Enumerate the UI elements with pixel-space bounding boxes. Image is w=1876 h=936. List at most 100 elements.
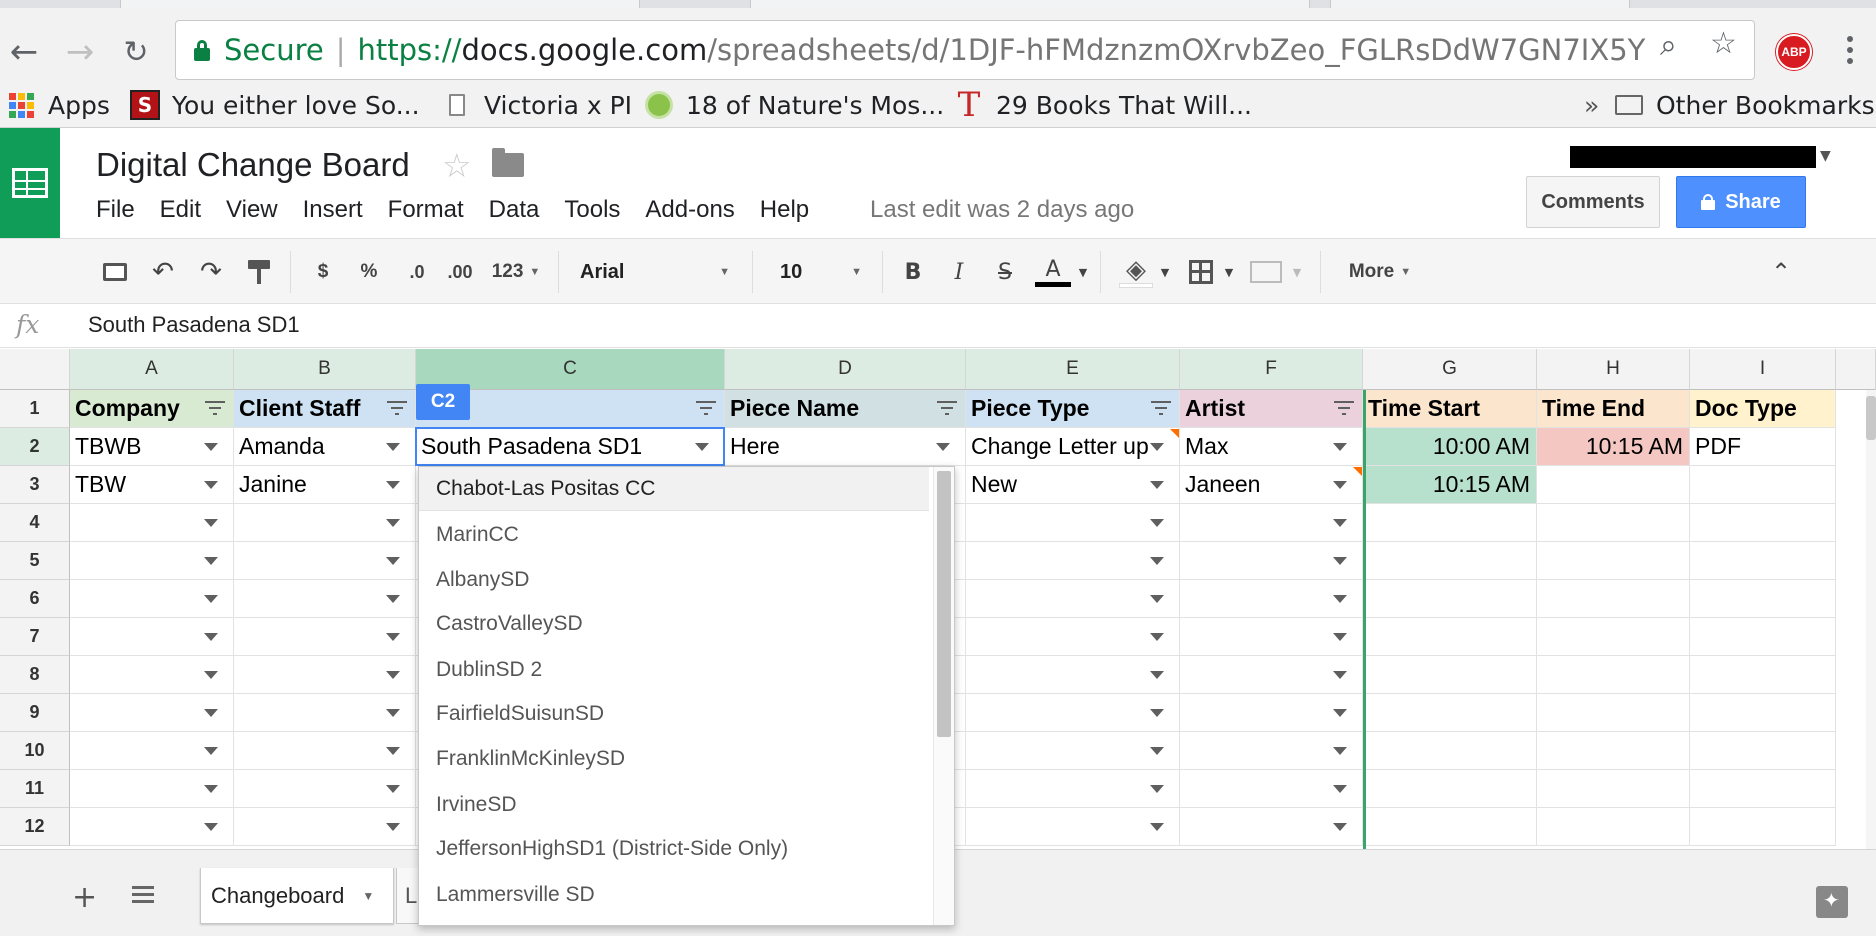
row-header-5[interactable]: 5 xyxy=(0,542,70,580)
comments-button[interactable]: Comments xyxy=(1526,176,1660,228)
dropdown-option[interactable]: JeffersonHighSD1 (District-Side Only) xyxy=(419,827,929,871)
address-bar[interactable]: Secure | https://docs.google.com/spreads… xyxy=(175,20,1755,80)
filter-icon[interactable] xyxy=(386,401,408,419)
chevron-down-icon[interactable] xyxy=(204,747,218,755)
comment-indicator[interactable] xyxy=(1170,429,1179,438)
cell-g6[interactable] xyxy=(1363,580,1537,618)
chevron-down-icon[interactable] xyxy=(936,443,950,451)
chevron-down-icon[interactable] xyxy=(1333,823,1347,831)
filter-icon[interactable] xyxy=(695,401,717,419)
chevron-down-icon[interactable] xyxy=(386,747,400,755)
cell-i2[interactable]: PDF xyxy=(1690,428,1836,466)
formula-input[interactable]: South Pasadena SD1 xyxy=(88,312,300,338)
browser-tab[interactable] xyxy=(750,0,1310,8)
menu-help[interactable]: Help xyxy=(760,196,809,228)
cell-i5[interactable] xyxy=(1690,542,1836,580)
italic-button[interactable]: I xyxy=(944,255,974,289)
cell-i4[interactable] xyxy=(1690,504,1836,542)
cell-g2[interactable]: 10:00 AM xyxy=(1363,428,1537,466)
column-header-i[interactable]: I xyxy=(1690,349,1836,390)
text-color-button[interactable]: A xyxy=(1032,255,1074,289)
cell-e9[interactable] xyxy=(966,694,1180,732)
chevron-down-icon[interactable] xyxy=(204,671,218,679)
cell-i7[interactable] xyxy=(1690,618,1836,656)
cell-e8[interactable] xyxy=(966,656,1180,694)
cell-e7[interactable] xyxy=(966,618,1180,656)
row-header-11[interactable]: 11 xyxy=(0,770,70,808)
chevron-down-icon[interactable] xyxy=(1150,633,1164,641)
strikethrough-button[interactable]: S xyxy=(990,255,1020,289)
reload-icon[interactable]: ↻ xyxy=(116,32,156,72)
other-bookmarks[interactable]: Other Bookmarks xyxy=(1614,86,1875,124)
cell-g7[interactable] xyxy=(1363,618,1537,656)
chevron-down-icon[interactable] xyxy=(386,823,400,831)
chevron-down-icon[interactable] xyxy=(386,481,400,489)
dropdown-option[interactable]: IrvineSD xyxy=(419,783,929,827)
filter-icon[interactable] xyxy=(1150,401,1172,419)
cell-e5[interactable] xyxy=(966,542,1180,580)
dropdown-option[interactable]: FairfieldSuisunSD xyxy=(419,692,929,736)
chevron-down-icon[interactable] xyxy=(1150,557,1164,565)
cell-h12[interactable] xyxy=(1537,808,1690,846)
menu-view[interactable]: View xyxy=(226,196,278,228)
chevron-down-icon[interactable] xyxy=(204,595,218,603)
chevron-down-icon[interactable] xyxy=(1333,595,1347,603)
chevron-down-icon[interactable]: ▼ xyxy=(1158,255,1172,289)
folder-icon[interactable] xyxy=(492,148,524,177)
cell-h5[interactable] xyxy=(1537,542,1690,580)
cell-e10[interactable] xyxy=(966,732,1180,770)
row-header-12[interactable]: 12 xyxy=(0,808,70,846)
format-percent-button[interactable]: % xyxy=(352,255,386,289)
chevron-down-icon[interactable] xyxy=(386,671,400,679)
header-cell-g[interactable]: Time Start xyxy=(1363,390,1537,428)
chevron-down-icon[interactable] xyxy=(1333,785,1347,793)
menu-insert[interactable]: Insert xyxy=(303,196,363,228)
print-icon[interactable] xyxy=(98,255,132,289)
undo-icon[interactable]: ↶ xyxy=(146,255,180,289)
bookmark-apps[interactable]: Apps xyxy=(6,86,110,124)
chevron-down-icon[interactable] xyxy=(1333,519,1347,527)
cell-i6[interactable] xyxy=(1690,580,1836,618)
cell-h8[interactable] xyxy=(1537,656,1690,694)
menu-addons[interactable]: Add-ons xyxy=(645,196,734,228)
chevron-down-icon[interactable] xyxy=(204,823,218,831)
dropdown-option[interactable]: AlbanySD xyxy=(419,558,929,602)
chevron-down-icon[interactable] xyxy=(1150,709,1164,717)
chevron-down-icon[interactable] xyxy=(1333,481,1347,489)
filter-icon[interactable] xyxy=(204,401,226,419)
row-header-9[interactable]: 9 xyxy=(0,694,70,732)
cell-g9[interactable] xyxy=(1363,694,1537,732)
cell-h9[interactable] xyxy=(1537,694,1690,732)
column-header-a[interactable]: A xyxy=(70,349,234,390)
bookmark-item[interactable]: S You either love So... xyxy=(130,86,420,124)
row-header-10[interactable]: 10 xyxy=(0,732,70,770)
bookmark-item[interactable]: 18 of Nature's Mos... xyxy=(644,86,944,124)
cell-i11[interactable] xyxy=(1690,770,1836,808)
browser-menu-icon[interactable] xyxy=(1840,30,1860,70)
chevron-down-icon[interactable] xyxy=(204,633,218,641)
header-cell-e[interactable]: Piece Type xyxy=(966,390,1180,428)
cell-i3[interactable] xyxy=(1690,466,1836,504)
chevron-down-icon[interactable] xyxy=(204,481,218,489)
menu-data[interactable]: Data xyxy=(489,196,540,228)
cell-e11[interactable] xyxy=(966,770,1180,808)
cell-h7[interactable] xyxy=(1537,618,1690,656)
row-header-8[interactable]: 8 xyxy=(0,656,70,694)
dropdown-option[interactable]: DublinSD 2 xyxy=(419,648,929,692)
browser-tab[interactable] xyxy=(1330,0,1630,8)
chevron-down-icon[interactable] xyxy=(1333,633,1347,641)
cell-i8[interactable] xyxy=(1690,656,1836,694)
column-header-h[interactable]: H xyxy=(1537,349,1690,390)
collapse-chevron-icon[interactable]: ⌃ xyxy=(1766,255,1796,289)
chevron-down-icon[interactable] xyxy=(204,785,218,793)
chevron-down-icon[interactable] xyxy=(1150,481,1164,489)
account-caret-icon[interactable]: ▼ xyxy=(1820,148,1831,164)
chevron-down-icon[interactable] xyxy=(1333,443,1347,451)
row-header-4[interactable]: 4 xyxy=(0,504,70,542)
validation-dropdown-list[interactable]: Chabot-Las Positas CC MarinCC AlbanySD Cast… xyxy=(418,466,955,926)
account-name-redacted[interactable] xyxy=(1570,146,1816,168)
comment-indicator[interactable] xyxy=(1353,467,1362,476)
chevron-down-icon[interactable] xyxy=(1150,823,1164,831)
cell-e12[interactable] xyxy=(966,808,1180,846)
chevron-down-icon[interactable] xyxy=(1150,595,1164,603)
